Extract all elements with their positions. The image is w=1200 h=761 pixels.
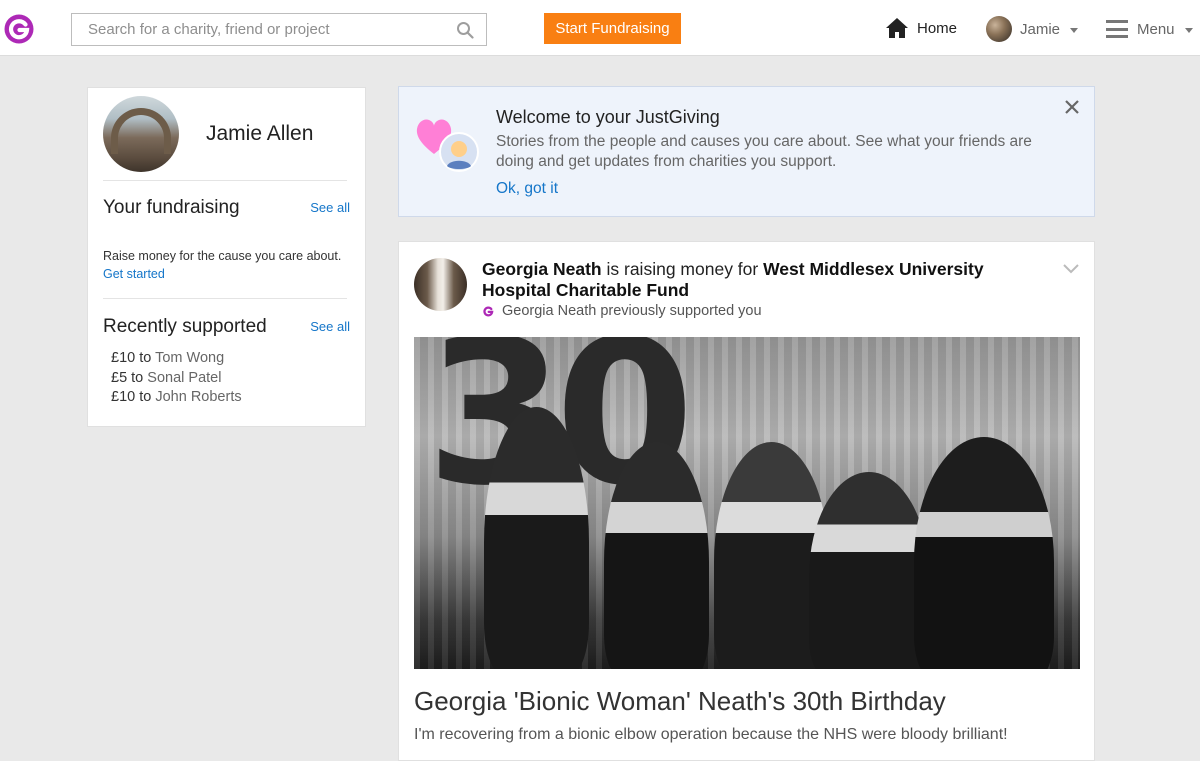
heart-person-icon xyxy=(416,119,479,172)
close-icon[interactable] xyxy=(1063,98,1081,116)
profile-card: Jamie Allen Your fundraising See all Rai… xyxy=(87,87,366,427)
photo-person xyxy=(604,442,709,669)
previously-supported-text: Georgia Neath previously supported you xyxy=(502,303,762,319)
chevron-down-icon[interactable] xyxy=(1063,264,1079,274)
fundraising-see-all-link[interactable]: See all xyxy=(310,200,350,215)
nav-menu-label: Menu xyxy=(1137,20,1175,38)
recently-supported-list: £10 to Tom Wong £5 to Sonal Patel £10 to… xyxy=(111,349,242,408)
nav-user-dropdown[interactable]: Jamie xyxy=(986,16,1079,42)
hamburger-icon xyxy=(1106,20,1128,38)
list-item: £10 to Tom Wong xyxy=(111,349,242,369)
post-author-link[interactable]: Georgia Neath xyxy=(482,259,602,279)
avatar xyxy=(986,16,1012,42)
photo-person xyxy=(484,407,589,669)
ok-got-it-link[interactable]: Ok, got it xyxy=(496,180,558,198)
search-box xyxy=(71,13,487,46)
nav-user-label: Jamie xyxy=(1020,20,1061,38)
post-subline: Georgia Neath previously supported you xyxy=(482,303,762,319)
donation-amount: £10 to xyxy=(111,389,152,405)
chevron-down-icon xyxy=(1184,27,1193,33)
search-icon[interactable] xyxy=(456,21,474,39)
justgiving-logo-icon[interactable] xyxy=(3,13,35,45)
nav-home-label: Home xyxy=(917,19,958,37)
recently-supported-see-all-link[interactable]: See all xyxy=(310,319,350,334)
list-item: £5 to Sonal Patel xyxy=(111,369,242,389)
post-body-text: I'm recovering from a bionic elbow opera… xyxy=(414,726,1008,743)
nav-home-link[interactable]: Home xyxy=(885,16,957,40)
divider xyxy=(103,298,347,299)
post-action-text: is raising money for xyxy=(606,259,759,279)
fundraising-description: Raise money for the cause you care about… xyxy=(103,249,342,263)
recently-supported-title: Recently supported xyxy=(103,316,267,337)
justgiving-logo-icon xyxy=(483,306,494,316)
start-fundraising-button[interactable]: Start Fundraising xyxy=(544,13,681,44)
chevron-down-icon xyxy=(1070,27,1079,33)
donation-amount: £10 to xyxy=(111,350,152,366)
profile-name[interactable]: Jamie Allen xyxy=(206,122,313,146)
welcome-banner: Welcome to your JustGiving Stories from … xyxy=(398,86,1095,217)
top-navigation-bar: Start Fundraising Home Jamie Menu xyxy=(0,0,1200,56)
recipient-link[interactable]: Sonal Patel xyxy=(147,370,221,386)
donation-amount: £5 to xyxy=(111,369,144,386)
post-photo[interactable]: 30 xyxy=(414,337,1080,669)
poster-avatar[interactable] xyxy=(414,258,467,311)
divider xyxy=(103,180,347,181)
home-icon xyxy=(886,18,908,38)
get-started-link[interactable]: Get started xyxy=(103,267,165,281)
profile-avatar[interactable] xyxy=(103,96,179,172)
photo-person xyxy=(914,437,1054,669)
nav-menu-dropdown[interactable]: Menu xyxy=(1106,16,1193,42)
photo-person xyxy=(809,472,929,669)
list-item: £10 to John Roberts xyxy=(111,388,242,408)
search-input[interactable] xyxy=(72,14,452,45)
welcome-text: Stories from the people and causes you c… xyxy=(496,133,1032,170)
feed-post-card: Georgia Neath is raising money for West … xyxy=(398,241,1095,761)
recipient-link[interactable]: Tom Wong xyxy=(155,350,224,366)
welcome-title: Welcome to your JustGiving xyxy=(496,107,720,127)
post-headline: Georgia Neath is raising money for West … xyxy=(482,259,1052,301)
your-fundraising-title: Your fundraising xyxy=(103,197,240,218)
post-title[interactable]: Georgia 'Bionic Woman' Neath's 30th Birt… xyxy=(414,686,946,717)
recipient-link[interactable]: John Roberts xyxy=(155,389,241,405)
